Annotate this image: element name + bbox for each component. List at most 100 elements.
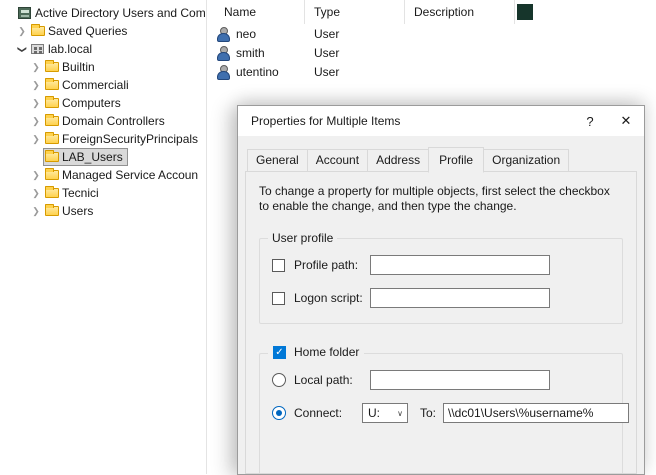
profile-path-label: Profile path: [294,258,370,272]
user-profile-group: User profile Profile path: Logon script: [259,238,623,324]
tab-profile[interactable]: Profile [428,147,484,173]
logon-script-input[interactable] [370,288,550,308]
home-folder-group: ✓ Home folder Local path: Connect: U: ∨ … [259,353,623,474]
dialog-titlebar[interactable]: Properties for Multiple Items ? ✕ [238,106,644,136]
profile-path-input[interactable] [370,255,550,275]
user-profile-group-label: User profile [268,231,337,245]
tree-item-domain-controllers[interactable]: Domain Controllers [0,112,206,130]
logon-script-row: Logon script: [272,288,610,308]
folder-icon [45,204,62,218]
tree-item-root[interactable]: Active Directory Users and Com [0,4,206,22]
tree-item-managed-service-accounts[interactable]: Managed Service Accoun [0,166,206,184]
tree-item-label: Commerciali [62,78,129,92]
user-type: User [305,65,405,79]
folder-icon [45,150,62,164]
chevron-right-icon[interactable] [29,98,43,109]
local-path-row: Local path: [272,370,610,390]
tab-strip: General Account Address Profile Organiza… [245,149,637,172]
folder-icon [45,60,62,74]
tab-address[interactable]: Address [367,149,429,172]
chevron-right-icon[interactable] [29,116,43,127]
tree-item-tecnici[interactable]: Tecnici [0,184,206,202]
folder-icon [45,114,62,128]
home-folder-label: Home folder [294,345,359,359]
chevron-down-icon[interactable] [15,44,29,55]
user-name: utentino [236,65,279,79]
profile-path-row: Profile path: [272,255,610,275]
user-icon [217,27,229,41]
chevron-right-icon[interactable] [29,80,43,91]
user-icon [217,65,229,79]
user-icon [217,46,229,60]
user-type: User [305,46,405,60]
user-name: smith [236,46,265,60]
tree-item-saved-queries[interactable]: Saved Queries [0,22,206,40]
list-item-utentino[interactable]: utentino User [208,62,656,81]
tab-description: To change a property for multiple object… [259,184,623,214]
folder-icon [45,78,62,92]
drive-letter-value: U: [368,406,397,420]
user-type: User [305,27,405,41]
column-header-type[interactable]: Type [305,0,405,24]
tree-item-label: Active Directory Users and Com [35,6,206,20]
local-path-radio[interactable] [272,373,286,387]
tree-item-label: Users [62,204,93,218]
close-button[interactable]: ✕ [608,106,644,136]
help-button[interactable]: ? [572,106,608,136]
console-root-icon [18,6,35,20]
tree-item-label: Saved Queries [48,24,127,38]
folder-icon [45,168,62,182]
tree-item-users[interactable]: Users [0,202,206,220]
header-corner-block [517,4,533,20]
tree-item-foreign-security-principals[interactable]: ForeignSecurityPrincipals [0,130,206,148]
profile-tab-page: To change a property for multiple object… [245,171,637,474]
tree-item-commerciali[interactable]: Commerciali [0,76,206,94]
connect-row: Connect: U: ∨ To: [272,403,610,423]
to-label: To: [420,406,436,420]
chevron-right-icon[interactable] [29,170,43,181]
connect-radio[interactable] [272,406,286,420]
logon-script-label: Logon script: [294,291,370,305]
tree-item-lab-local[interactable]: lab.local [0,40,206,58]
tree-item-lab-users[interactable]: LAB_Users [0,148,206,166]
list-item-smith[interactable]: smith User [208,43,656,62]
folder-icon [45,186,62,200]
tree-item-label: Tecnici [62,186,99,200]
user-name: neo [236,27,256,41]
logon-script-checkbox[interactable] [272,292,285,305]
properties-dialog: Properties for Multiple Items ? ✕ Genera… [237,105,645,475]
tree-item-label: Computers [62,96,121,110]
tab-general[interactable]: General [247,149,308,172]
chevron-right-icon[interactable] [29,188,43,199]
chevron-right-icon[interactable] [29,62,43,73]
profile-path-checkbox[interactable] [272,259,285,272]
chevron-right-icon[interactable] [29,206,43,217]
tree-item-label: LAB_Users [62,150,123,164]
connect-label: Connect: [294,406,362,420]
tree-item-label: lab.local [48,42,92,56]
chevron-down-icon: ∨ [397,409,407,418]
folder-icon [45,132,62,146]
chevron-right-icon[interactable] [15,26,29,37]
tab-organization[interactable]: Organization [483,149,569,172]
domain-icon [31,42,48,56]
local-path-label: Local path: [294,373,370,387]
local-path-input[interactable] [370,370,550,390]
dialog-title: Properties for Multiple Items [251,114,572,128]
connect-path-input[interactable] [443,403,629,423]
home-folder-checkbox[interactable]: ✓ [273,346,286,359]
tree-item-label: Builtin [62,60,95,74]
list-item-neo[interactable]: neo User [208,24,656,43]
tree-item-computers[interactable]: Computers [0,94,206,112]
folder-icon [45,96,62,110]
drive-letter-dropdown[interactable]: U: ∨ [362,403,408,423]
tab-account[interactable]: Account [307,149,368,172]
console-tree-panel: Active Directory Users and Com Saved Que… [0,0,207,474]
tree-item-label: ForeignSecurityPrincipals [62,132,198,146]
tree-item-label: Managed Service Accoun [62,168,198,182]
list-header: Name Type Description [208,0,656,24]
tree-item-builtin[interactable]: Builtin [0,58,206,76]
column-header-name[interactable]: Name [208,0,305,24]
column-header-description[interactable]: Description [405,0,515,24]
chevron-right-icon[interactable] [29,134,43,145]
